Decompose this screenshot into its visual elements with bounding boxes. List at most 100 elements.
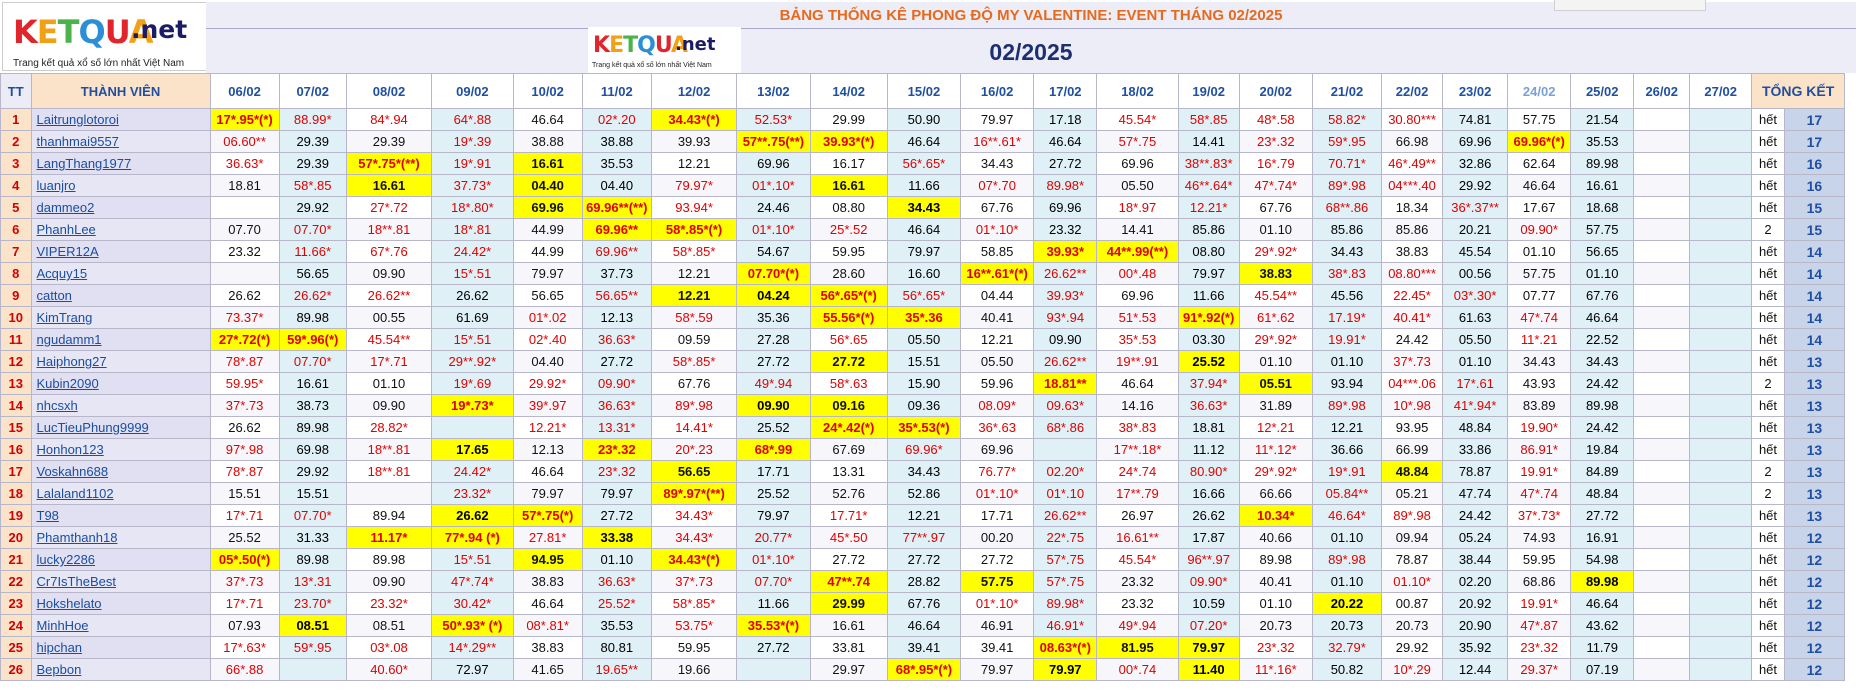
score-cell: 01*.10* (736, 218, 811, 241)
score-cell: 14.16 (1096, 394, 1179, 417)
score-cell: 29**.92* (431, 350, 514, 373)
score-cell: 39.93 (650, 130, 738, 153)
col-date: 08/02 (345, 73, 433, 109)
score-cell: 17.71 (736, 460, 811, 483)
member-link[interactable]: Cr7IsTheBest (30, 570, 211, 593)
score-cell: 19.91* (1311, 328, 1383, 351)
score-cell: 77**.97 (886, 526, 962, 549)
score-cell: 01*.10* (960, 218, 1035, 241)
score-cell: 89.98 (345, 548, 433, 571)
status-cell: 2 (1751, 482, 1785, 505)
score-cell: 79.97 (1033, 658, 1098, 681)
score-cell: 40.66 (1238, 526, 1313, 549)
score-cell (1633, 196, 1691, 219)
score-cell: 46.64 (1570, 592, 1635, 615)
member-link[interactable]: Voskahn688 (30, 460, 211, 483)
member-link[interactable]: luanjro (30, 174, 211, 197)
score-cell: 23.32* (431, 482, 514, 505)
score-cell: 34.43 (1570, 350, 1635, 373)
row-number: 16 (0, 438, 32, 461)
watermark-logo: KETQUA .net Trang kết quả xổ số lớn nhất… (588, 27, 741, 73)
score-cell: 47*.74 (1507, 482, 1572, 505)
member-link[interactable]: thanhmai9557 (30, 130, 211, 153)
score-cell (1633, 372, 1691, 395)
table-row: 3 LangThang1977 36.63* 29.39 57*.75*(**) 19*.… (0, 152, 1846, 175)
score-cell (431, 416, 514, 439)
score-cell (278, 658, 347, 681)
member-link[interactable]: Acquy15 (30, 262, 211, 285)
score-cell: 89*.97*(**) (650, 482, 738, 505)
score-cell: 25.52* (581, 592, 652, 615)
member-link[interactable]: ngudamm1 (30, 328, 211, 351)
score-cell: 20.92 (1442, 592, 1509, 615)
score-cell: 38.83 (512, 636, 583, 659)
score-cell (1689, 482, 1753, 505)
member-link[interactable]: Hokshelato (30, 592, 211, 615)
score-cell: 12.21 (650, 284, 738, 307)
score-cell: 61.63 (1442, 306, 1509, 329)
member-link[interactable]: Kubin2090 (30, 372, 211, 395)
row-number: 25 (0, 636, 32, 659)
score-cell: 26.62 (1177, 504, 1240, 527)
status-cell: hết (1751, 614, 1785, 637)
member-link[interactable]: lucky2286 (30, 548, 211, 571)
member-link[interactable]: Honhon123 (30, 438, 211, 461)
site-logo[interactable]: KETQUA .net Trang kết quả xổ số lớn nhất… (2, 2, 207, 71)
score-cell: 30.42* (431, 592, 514, 615)
score-cell: 46.64 (886, 614, 962, 637)
score-cell: 69.96** (581, 240, 652, 263)
score-cell: 89.98 (1570, 394, 1635, 417)
score-cell (1689, 504, 1753, 527)
score-cell: 37*.73 (209, 394, 280, 417)
score-cell: 56.65 (278, 262, 347, 285)
score-cell: 08.09* (960, 394, 1035, 417)
row-number: 15 (0, 416, 32, 439)
score-cell: 13.31* (581, 416, 652, 439)
score-cell: 17*.71 (209, 592, 280, 615)
row-number: 7 (0, 240, 32, 263)
member-link[interactable]: Phamthanh18 (30, 526, 211, 549)
member-link[interactable]: hipchan (30, 636, 211, 659)
row-number: 6 (0, 218, 32, 241)
score-cell: 38.83 (1381, 240, 1444, 263)
member-link[interactable]: dammeo2 (30, 196, 211, 219)
member-link[interactable]: MinhHoe (30, 614, 211, 637)
status-cell: 2 (1751, 372, 1785, 395)
score-cell (1689, 196, 1753, 219)
member-link[interactable]: PhanhLee (30, 218, 211, 241)
score-cell (1633, 240, 1691, 263)
corner-control[interactable] (1554, 0, 1706, 11)
member-link[interactable]: catton (30, 284, 211, 307)
member-link[interactable]: Haiphong27 (30, 350, 211, 373)
score-cell (1633, 614, 1691, 637)
score-cell: 66.99 (1381, 438, 1444, 461)
score-cell: 29*.92* (1238, 328, 1313, 351)
member-link[interactable]: KimTrang (30, 306, 211, 329)
score-cell: 36.66 (1311, 438, 1383, 461)
score-cell: 35*.53(*) (886, 416, 962, 439)
score-cell: 57.75 (1570, 218, 1635, 241)
score-cell: 85.86 (1381, 218, 1444, 241)
member-link[interactable]: Lalaland1102 (30, 482, 211, 505)
score-cell: 18.34 (1381, 196, 1444, 219)
status-cell: hết (1751, 240, 1785, 263)
member-link[interactable]: Bepbon (30, 658, 211, 681)
score-cell: 00.20 (960, 526, 1035, 549)
member-link[interactable]: VIPER12A (30, 240, 211, 263)
score-cell: 93.95 (1381, 416, 1444, 439)
score-cell: 27.72 (581, 504, 652, 527)
col-date: 20/02 (1238, 73, 1313, 109)
score-cell: 34.43*(*) (650, 548, 738, 571)
member-link[interactable]: Laitrunglotoroi (30, 108, 211, 131)
member-link[interactable]: LangThang1977 (30, 152, 211, 175)
score-cell: 19.65** (581, 658, 652, 681)
score-cell (1689, 350, 1753, 373)
col-date: 21/02 (1311, 73, 1383, 109)
score-cell: 04***.06 (1381, 372, 1444, 395)
score-cell: 01*.10* (736, 548, 811, 571)
member-link[interactable]: nhcsxh (30, 394, 211, 417)
score-cell: 26.62 (209, 416, 280, 439)
member-link[interactable]: T98 (30, 504, 211, 527)
member-link[interactable]: LucTieuPhung9999 (30, 416, 211, 439)
row-number: 17 (0, 460, 32, 483)
